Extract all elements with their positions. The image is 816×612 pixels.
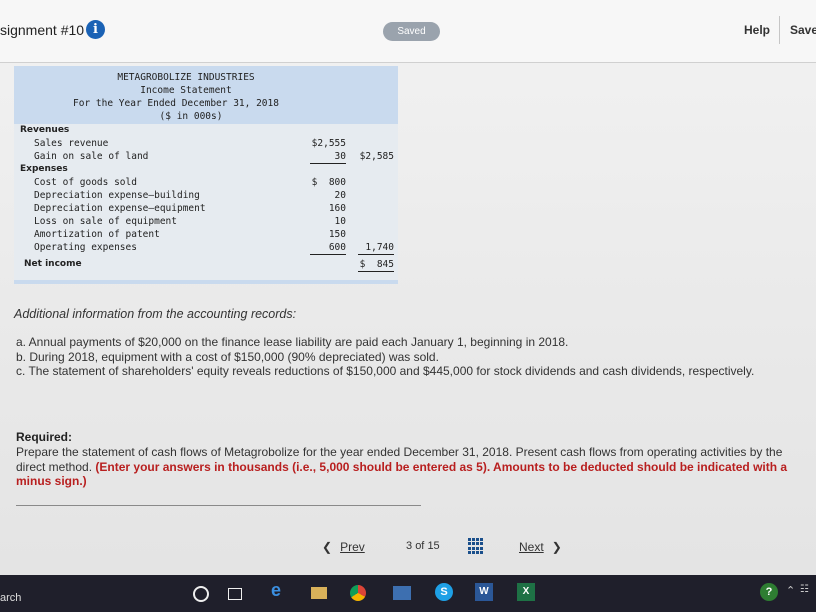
cortana-icon[interactable] xyxy=(193,586,209,602)
expense-label: Depreciation expense—building xyxy=(34,190,200,201)
task-view-icon[interactable] xyxy=(228,588,242,600)
expense-row: Depreciation expense—equipment 160 xyxy=(14,202,398,215)
revenues-label: Revenues xyxy=(20,125,70,135)
prev-button[interactable]: ❮ Prev xyxy=(322,540,365,554)
expense-row: Depreciation expense—building 20 xyxy=(14,189,398,202)
help-button[interactable]: Help xyxy=(744,23,770,37)
mail-icon[interactable] xyxy=(393,586,411,600)
expense-row: Amortization of patent 150 xyxy=(14,228,398,241)
file-explorer-icon[interactable] xyxy=(311,587,327,599)
expense-label: Cost of goods sold xyxy=(34,177,137,188)
prev-label: Prev xyxy=(340,540,365,554)
next-label: Next xyxy=(519,540,544,554)
required-text: Prepare the statement of cash flows of M… xyxy=(16,445,796,489)
gain-land-label: Gain on sale of land xyxy=(34,151,149,162)
gain-land-row: Gain on sale of land 30 $2,585 xyxy=(14,150,398,164)
net-income-value: $ 845 xyxy=(358,259,394,272)
expense-label: Amortization of patent xyxy=(34,229,160,240)
expense-value: 160 xyxy=(328,203,346,214)
top-bar: signment #10 i Saved Help Save xyxy=(0,0,816,63)
expense-label: Loss on sale of equipment xyxy=(34,216,177,227)
page-of: of xyxy=(415,540,425,552)
expense-value: $ 800 xyxy=(311,177,346,188)
net-income-row: Net income $ 845 xyxy=(14,258,398,272)
excel-icon[interactable]: X xyxy=(517,583,535,601)
revenues-row: Revenues xyxy=(14,124,398,137)
expense-value: 10 xyxy=(334,216,346,227)
saved-status-badge: Saved xyxy=(383,22,440,41)
chevron-left-icon: ❮ xyxy=(322,540,333,554)
expense-label: Operating expenses xyxy=(34,242,137,253)
total-revenues-value: $2,585 xyxy=(359,151,394,162)
page-indicator: 3 of 15 xyxy=(406,540,440,552)
list-item: c. The statement of shareholders' equity… xyxy=(16,364,755,378)
chevron-right-icon: ❯ xyxy=(551,540,562,554)
sales-revenue-value: $2,555 xyxy=(311,138,346,149)
income-statement-footer xyxy=(14,280,398,284)
income-statement: METAGROBOLIZE INDUSTRIES Income Statemen… xyxy=(14,66,398,284)
expense-label: Depreciation expense—equipment xyxy=(34,203,206,214)
grid-icon[interactable] xyxy=(468,538,484,554)
section-divider xyxy=(16,505,421,506)
save-button[interactable]: Save xyxy=(790,23,816,37)
expense-row: Loss on sale of equipment 10 xyxy=(14,215,398,228)
expense-row: Operating expenses 600 1,740 xyxy=(14,241,398,255)
expenses-row: Expenses xyxy=(14,163,398,176)
skype-icon[interactable]: S xyxy=(435,583,453,601)
expenses-label: Expenses xyxy=(20,164,68,174)
income-statement-header: METAGROBOLIZE INDUSTRIES Income Statemen… xyxy=(14,66,398,124)
total-expenses-value: 1,740 xyxy=(358,241,394,255)
statement-period: For the Year Ended December 31, 2018 xyxy=(73,98,279,109)
expense-value: 150 xyxy=(328,229,346,240)
statement-units: ($ in 000s) xyxy=(159,111,223,122)
statement-title: Income Statement xyxy=(140,85,232,96)
expense-value: 600 xyxy=(310,241,346,255)
company-name: METAGROBOLIZE INDUSTRIES xyxy=(117,72,255,83)
help-icon[interactable]: ? xyxy=(760,583,778,601)
page: signment #10 i Saved Help Save METAGROBO… xyxy=(0,0,816,575)
page-current: 3 xyxy=(406,540,413,552)
list-item: b. During 2018, equipment with a cost of… xyxy=(16,349,439,364)
header-divider xyxy=(779,16,780,44)
assignment-title: signment #10 xyxy=(0,22,85,38)
required-label: Required: xyxy=(16,430,73,444)
required-emphasis: (Enter your answers in thousands (i.e., … xyxy=(16,459,788,489)
info-icon[interactable]: i xyxy=(86,20,105,39)
net-income-label: Net income xyxy=(24,259,82,269)
chrome-icon[interactable] xyxy=(350,585,366,601)
additional-info-list: a. Annual payments of $20,000 on the fin… xyxy=(16,335,796,379)
sales-revenue-row: Sales revenue $2,555 xyxy=(14,137,398,150)
expense-value: 20 xyxy=(334,190,346,201)
list-item: a. Annual payments of $20,000 on the fin… xyxy=(16,335,569,349)
page-total: 15 xyxy=(427,540,440,552)
edge-icon[interactable]: e xyxy=(271,580,289,600)
network-icon[interactable]: ☷ xyxy=(800,584,814,602)
gain-land-value: 30 xyxy=(310,150,346,164)
next-button[interactable]: Next ❯ xyxy=(519,540,562,554)
word-icon[interactable]: W xyxy=(475,583,493,601)
expense-row: Cost of goods sold $ 800 xyxy=(14,176,398,189)
taskbar-search[interactable]: arch xyxy=(0,592,21,604)
additional-info-heading: Additional information from the accounti… xyxy=(14,307,297,321)
sales-revenue-label: Sales revenue xyxy=(34,138,109,149)
